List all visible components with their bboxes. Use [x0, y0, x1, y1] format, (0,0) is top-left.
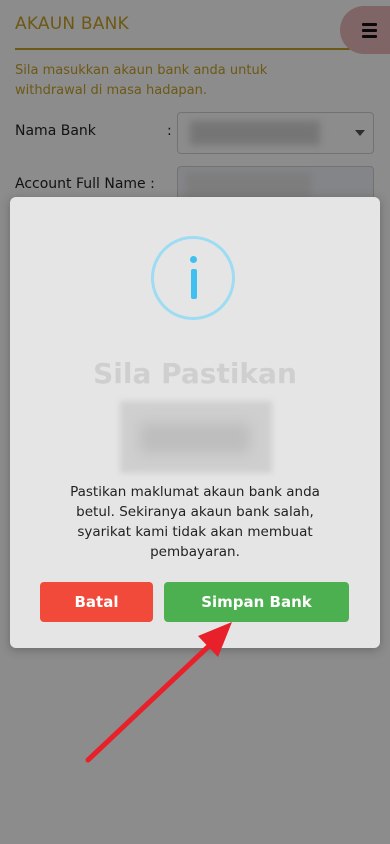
redacted-account-details	[120, 401, 272, 473]
info-icon	[151, 236, 235, 320]
save-bank-button[interactable]: Simpan Bank	[164, 582, 349, 622]
cancel-button[interactable]: Batal	[40, 582, 153, 622]
dialog-title: Sila Pastikan	[93, 357, 297, 390]
dialog-message: Pastikan maklumat akaun bank anda betul.…	[70, 484, 320, 560]
confirm-dialog: Sila Pastikan Pastikan maklumat akaun ba…	[10, 197, 380, 648]
